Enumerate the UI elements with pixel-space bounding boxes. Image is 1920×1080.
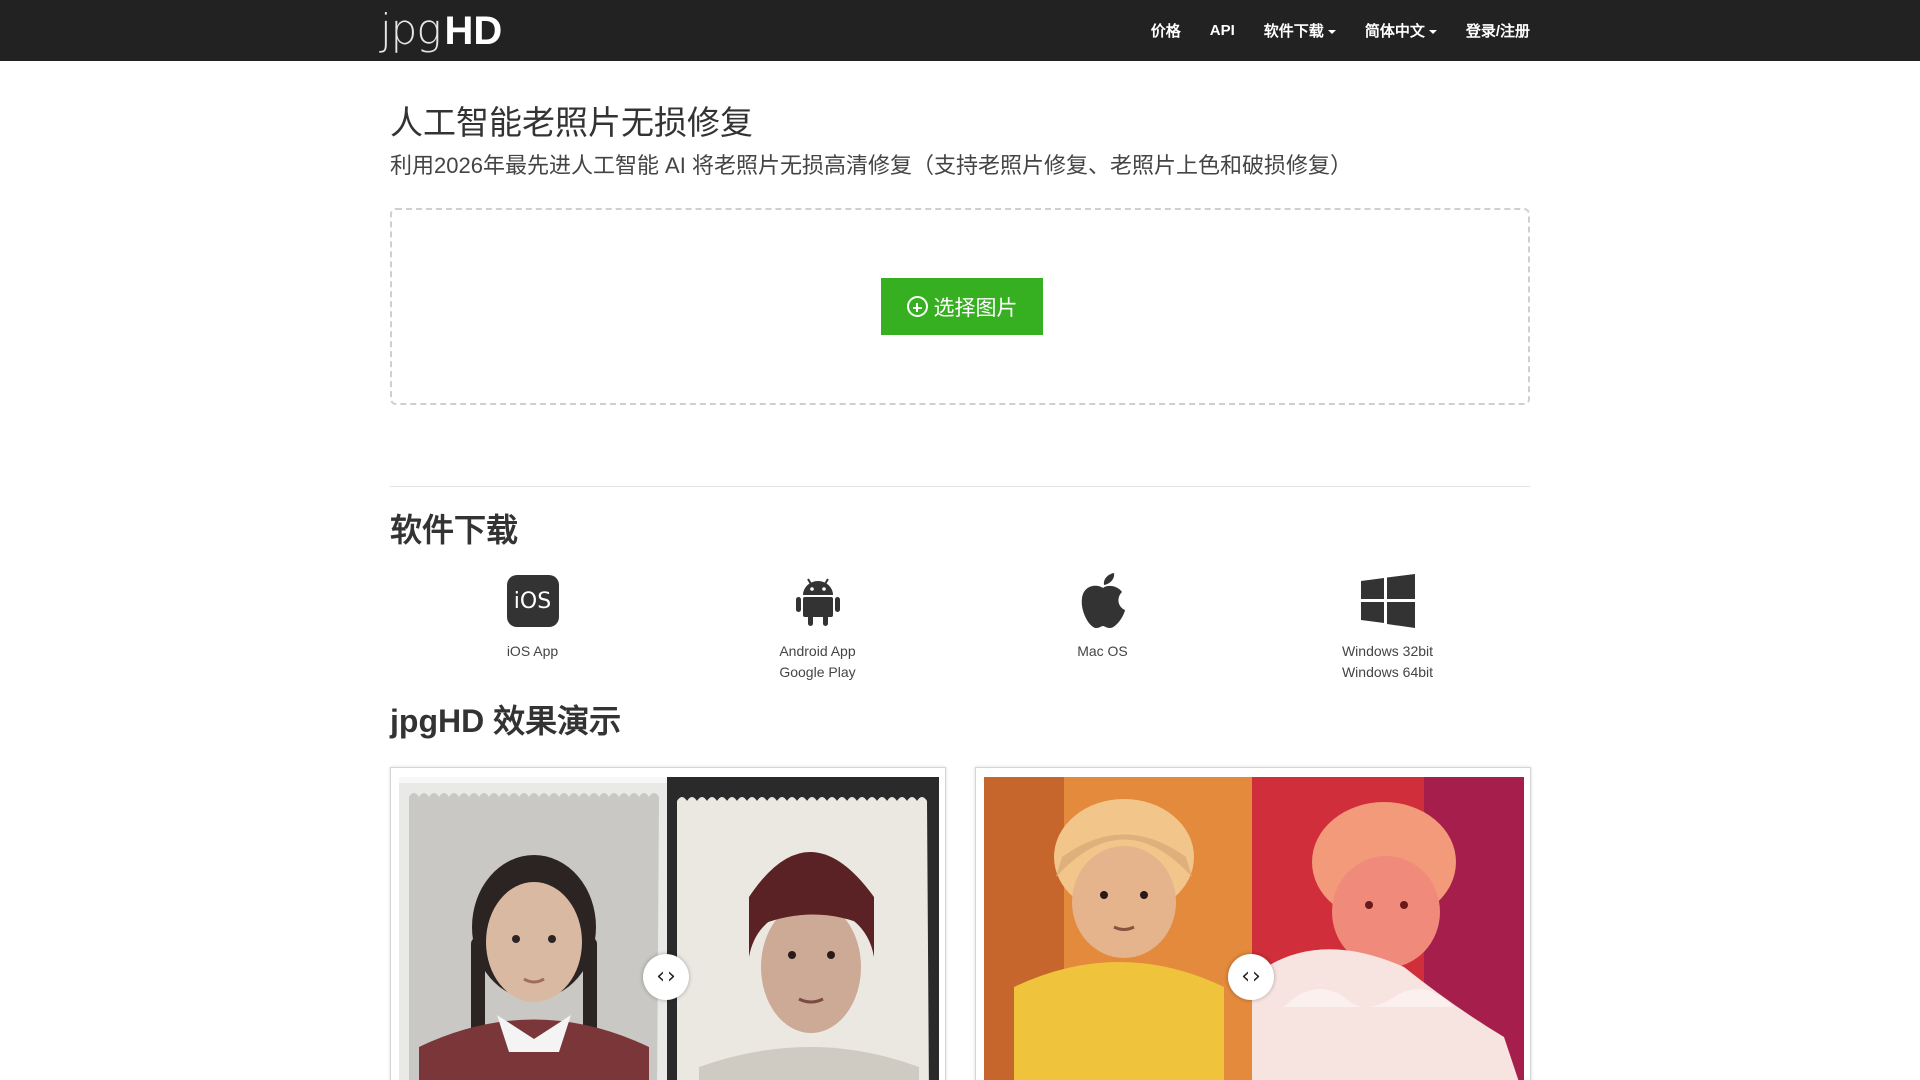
download-windows[interactable]: Windows 32bit Windows 64bit [1245, 573, 1530, 683]
brand-logo[interactable]: jpg HD [380, 2, 502, 58]
demo-comparison-image [984, 777, 1524, 1080]
download-android[interactable]: Android App Google Play [675, 573, 960, 683]
chevron-right-icon: › [667, 964, 676, 989]
download-android-line2: Google Play [779, 664, 856, 680]
compare-slider-handle[interactable]: ‹ › [643, 954, 689, 1000]
ios-icon-text: iOS [506, 575, 559, 627]
chevron-right-icon: › [1252, 964, 1261, 989]
caret-down-icon [1428, 29, 1437, 34]
nav-item-label: 简体中文 [1364, 23, 1425, 40]
caret-down-icon [1327, 29, 1336, 34]
download-windows-line1: Windows 32bit [1341, 643, 1434, 659]
downloads-list: iOS iOS App Android App Google Play Mac … [390, 573, 1530, 683]
demo-card-1: ‹ › [390, 767, 946, 1080]
page-title: 人工智能老照片无损修复 [390, 104, 753, 141]
brand-logo-bold: HD [444, 9, 503, 53]
nav-item-label: 价格 [1150, 23, 1181, 40]
ios-icon: iOS [505, 573, 561, 629]
download-macos[interactable]: Mac OS [960, 573, 1245, 683]
nav-item-api[interactable]: API [1210, 22, 1235, 39]
chevron-left-icon: ‹ [656, 964, 665, 989]
apple-icon [1075, 573, 1131, 629]
plus-circle-icon [906, 296, 928, 317]
download-windows-label: Windows 32bit Windows 64bit [1342, 641, 1433, 683]
nav-item-label: API [1209, 22, 1235, 39]
nav-menu: 价格 API 软件下载 简体中文 登录/注册 [1151, 0, 1530, 61]
demo-section-title: jpgHD 效果演示 [390, 703, 622, 739]
nav-item-pricing[interactable]: 价格 [1151, 20, 1181, 41]
download-macos-label: Mac OS [1077, 641, 1128, 662]
windows-icon [1360, 573, 1416, 629]
nav-item-software-download[interactable]: 软件下载 [1264, 20, 1336, 41]
nav-item-login-register[interactable]: 登录/注册 [1466, 20, 1530, 41]
downloads-section-title: 软件下载 [390, 512, 519, 548]
nav-item-label: 软件下载 [1263, 23, 1324, 40]
demo-card-2: ‹ › [975, 767, 1531, 1080]
upload-drop-zone[interactable]: 选择图片 [390, 208, 1530, 405]
top-navbar: jpg HD 价格 API 软件下载 简体中文 登录/注册 [0, 0, 1920, 61]
download-ios-label: iOS App [507, 641, 558, 662]
compare-slider-handle[interactable]: ‹ › [1228, 954, 1274, 1000]
page-subtitle: 利用2026年最先进人工智能 AI 将老照片无损高清修复（支持老照片修复、老照片… [390, 153, 1352, 178]
download-macos-line1: Mac OS [1077, 643, 1128, 659]
android-icon [790, 573, 846, 629]
download-windows-line2: Windows 64bit [1341, 664, 1434, 680]
nav-item-language[interactable]: 简体中文 [1365, 20, 1437, 41]
chevron-left-icon: ‹ [1241, 964, 1250, 989]
nav-item-label: 登录/注册 [1465, 23, 1530, 40]
section-divider [390, 486, 1530, 487]
download-android-line1: Android App [779, 643, 856, 659]
demo-comparison-image [399, 777, 939, 1080]
download-ios[interactable]: iOS iOS App [390, 573, 675, 683]
brand-logo-thin: jpg [380, 5, 442, 54]
download-android-label: Android App Google Play [779, 641, 855, 683]
select-image-label: 选择图片 [933, 296, 1018, 320]
download-ios-line1: iOS App [506, 643, 559, 659]
select-image-button[interactable]: 选择图片 [881, 278, 1043, 335]
